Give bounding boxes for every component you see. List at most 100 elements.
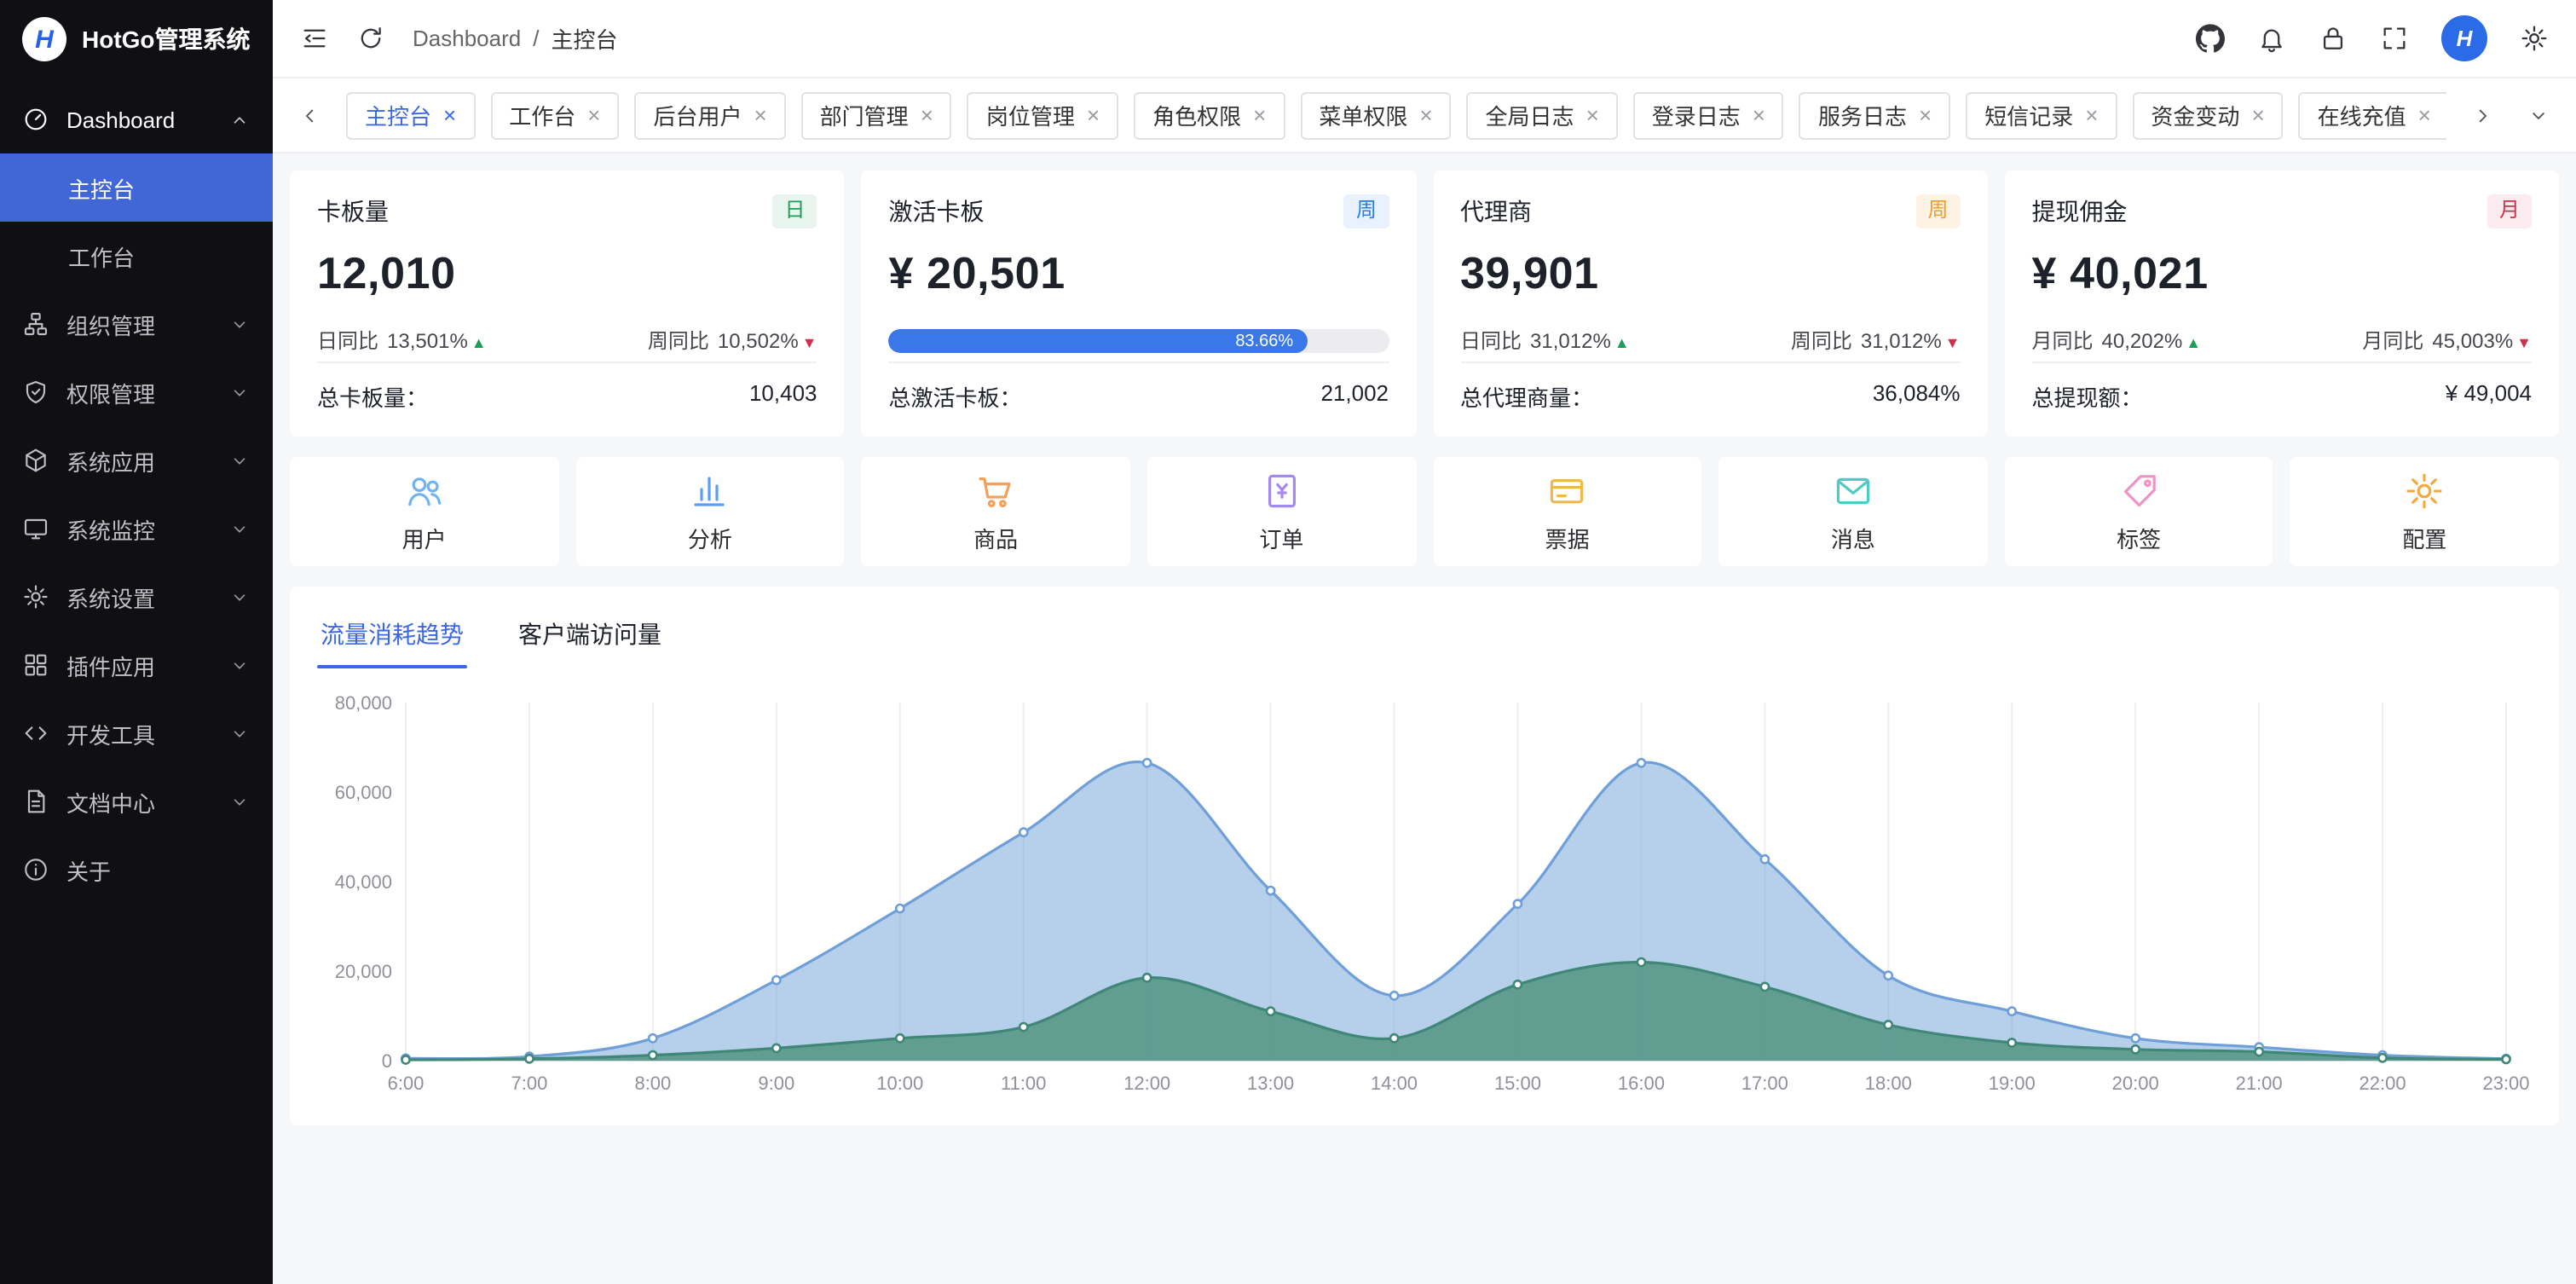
sidebar-item-dev-tools[interactable]: 开发工具	[0, 699, 273, 767]
svg-text:11:00: 11:00	[1001, 1073, 1046, 1094]
stat-card-card-volume: 卡板量 日 12,010 日同比13,501%▲ 周同比10,502%▼ 总卡板…	[290, 171, 845, 437]
tab-close-icon[interactable]: ×	[921, 104, 933, 126]
shortcut-messages[interactable]: 消息	[1718, 457, 1987, 566]
tab-close-icon[interactable]: ×	[1586, 104, 1599, 126]
sidebar-item-label: 主控台	[68, 171, 135, 204]
github-icon[interactable]	[2196, 24, 2225, 53]
tab-online-recharge[interactable]: 在线充值 ×	[2299, 91, 2446, 139]
tab-service-logs[interactable]: 服务日志 ×	[1799, 91, 1950, 139]
stat-value: 12,010	[317, 247, 817, 300]
tab-workbench[interactable]: 工作台 ×	[490, 91, 619, 139]
tab-close-icon[interactable]: ×	[2085, 104, 2098, 126]
footer-label: 总激活卡板：	[889, 380, 1022, 413]
tab-console[interactable]: 主控台 ×	[346, 91, 475, 139]
fullscreen-icon[interactable]	[2380, 24, 2409, 53]
tab-positions[interactable]: 岗位管理 ×	[967, 91, 1118, 139]
tabs-scroll-left-button[interactable]	[290, 91, 331, 139]
lock-icon[interactable]	[2319, 24, 2348, 53]
tab-label: 菜单权限	[1319, 99, 1407, 131]
trend-up-icon: ▲	[1614, 334, 1630, 351]
tab-role-permissions[interactable]: 角色权限 ×	[1134, 91, 1285, 139]
shortcut-tags[interactable]: 标签	[2005, 457, 2273, 566]
shortcut-tickets[interactable]: 票据	[1433, 457, 1701, 566]
shortcut-analytics[interactable]: 分析	[575, 457, 844, 566]
ticket-icon	[1547, 470, 1588, 511]
svg-text:20:00: 20:00	[2112, 1073, 2159, 1094]
shortcut-products[interactable]: 商品	[862, 457, 1130, 566]
stat-card-row: 卡板量 日 12,010 日同比13,501%▲ 周同比10,502%▼ 总卡板…	[290, 171, 2559, 437]
sidebar-item-label: 工作台	[68, 240, 135, 272]
svg-text:6:00: 6:00	[388, 1073, 425, 1094]
refresh-icon[interactable]	[356, 24, 385, 53]
gear-icon[interactable]	[2520, 24, 2549, 53]
sidebar-item-about[interactable]: 关于	[0, 836, 273, 904]
tab-label: 工作台	[509, 99, 575, 131]
tab-close-icon[interactable]: ×	[1919, 104, 1932, 126]
breadcrumb-root[interactable]: Dashboard	[413, 26, 521, 51]
chevron-down-icon	[228, 722, 251, 744]
shortcut-orders[interactable]: 订单	[1147, 457, 1416, 566]
svg-text:21:00: 21:00	[2236, 1073, 2283, 1094]
breadcrumb-current: 主控台	[551, 22, 617, 55]
shortcut-users[interactable]: 用户	[290, 457, 558, 566]
sidebar-item-console[interactable]: 主控台	[0, 153, 273, 222]
sidebar-item-label: 开发工具	[66, 717, 211, 749]
sidebar-item-settings[interactable]: 系统设置	[0, 563, 273, 631]
tab-fund-changes[interactable]: 资金变动 ×	[2132, 91, 2283, 139]
sidebar-menu: Dashboard 主控台 工作台 组织管理 权限管理 系统应用	[0, 78, 273, 1284]
tab-close-icon[interactable]: ×	[1753, 104, 1765, 126]
sidebar-item-permissions[interactable]: 权限管理	[0, 358, 273, 426]
bar-chart-icon	[690, 470, 731, 511]
tab-close-icon[interactable]: ×	[1419, 104, 1432, 126]
tab-login-logs[interactable]: 登录日志 ×	[1633, 91, 1784, 139]
sidebar-item-label: 系统设置	[66, 581, 211, 613]
plugin-icon	[22, 651, 49, 679]
stat-title: 提现佣金	[2032, 194, 2128, 228]
tab-menu-permissions[interactable]: 菜单权限 ×	[1300, 91, 1451, 139]
tab-close-icon[interactable]: ×	[2251, 104, 2264, 126]
tab-departments[interactable]: 部门管理 ×	[801, 91, 952, 139]
sidebar-collapse-icon[interactable]	[300, 24, 329, 53]
chart-tab-traffic[interactable]: 流量消耗趋势	[317, 604, 467, 668]
sidebar-item-organization[interactable]: 组织管理	[0, 290, 273, 358]
tab-close-icon[interactable]: ×	[754, 104, 766, 126]
stat-card-agents: 代理商 周 39,901 日同比31,012%▲ 周同比31,012%▼ 总代理…	[1433, 171, 1988, 437]
sidebar-item-monitoring[interactable]: 系统监控	[0, 495, 273, 563]
sidebar-item-label: 权限管理	[66, 376, 211, 408]
trend-left: 日同比13,501%▲	[317, 326, 487, 355]
svg-text:23:00: 23:00	[2482, 1073, 2529, 1094]
sidebar-item-dashboard[interactable]: Dashboard	[0, 85, 273, 153]
sidebar-item-docs[interactable]: 文档中心	[0, 767, 273, 836]
sidebar-item-system-apps[interactable]: 系统应用	[0, 426, 273, 495]
trend-left: 月同比40,202%▲	[2032, 326, 2202, 355]
stat-trends: 月同比40,202%▲ 月同比45,003%▼	[2032, 326, 2533, 355]
sidebar-item-label: 系统监控	[66, 512, 211, 545]
tab-admin-users[interactable]: 后台用户 ×	[634, 91, 785, 139]
sidebar-item-plugins[interactable]: 插件应用	[0, 631, 273, 699]
avatar[interactable]: H	[2441, 15, 2487, 61]
chevron-left-icon	[298, 103, 322, 127]
shortcut-config[interactable]: 配置	[2290, 457, 2559, 566]
svg-text:13:00: 13:00	[1247, 1073, 1294, 1094]
tabs-dropdown-button[interactable]	[2518, 91, 2559, 139]
mail-icon	[1833, 470, 1874, 511]
tab-global-logs[interactable]: 全局日志 ×	[1467, 91, 1618, 139]
tab-sms-records[interactable]: 短信记录 ×	[1966, 91, 2117, 139]
footer-label: 总代理商量：	[1460, 380, 1593, 413]
tab-close-icon[interactable]: ×	[1087, 104, 1100, 126]
sidebar-item-label: 文档中心	[66, 785, 211, 818]
tab-close-icon[interactable]: ×	[2418, 104, 2431, 126]
sidebar-item-workbench[interactable]: 工作台	[0, 222, 273, 290]
tab-close-icon[interactable]: ×	[587, 104, 600, 126]
tab-close-icon[interactable]: ×	[1253, 104, 1266, 126]
tab-close-icon[interactable]: ×	[443, 104, 456, 126]
sidebar: H HotGo管理系统 Dashboard 主控台 工作台 组织管理 权	[0, 0, 273, 1284]
footer-label: 总卡板量：	[317, 380, 428, 413]
tabs-scroll-right-button[interactable]	[2462, 91, 2503, 139]
logo-row[interactable]: H HotGo管理系统	[0, 0, 273, 78]
svg-text:8:00: 8:00	[634, 1073, 671, 1094]
stat-footer: 总激活卡板： 21,002	[889, 361, 1389, 413]
chart-tab-client-visits[interactable]: 客户端访问量	[515, 604, 665, 668]
page-content: 卡板量 日 12,010 日同比13,501%▲ 周同比10,502%▼ 总卡板…	[273, 153, 2576, 1284]
bell-icon[interactable]	[2257, 24, 2286, 53]
